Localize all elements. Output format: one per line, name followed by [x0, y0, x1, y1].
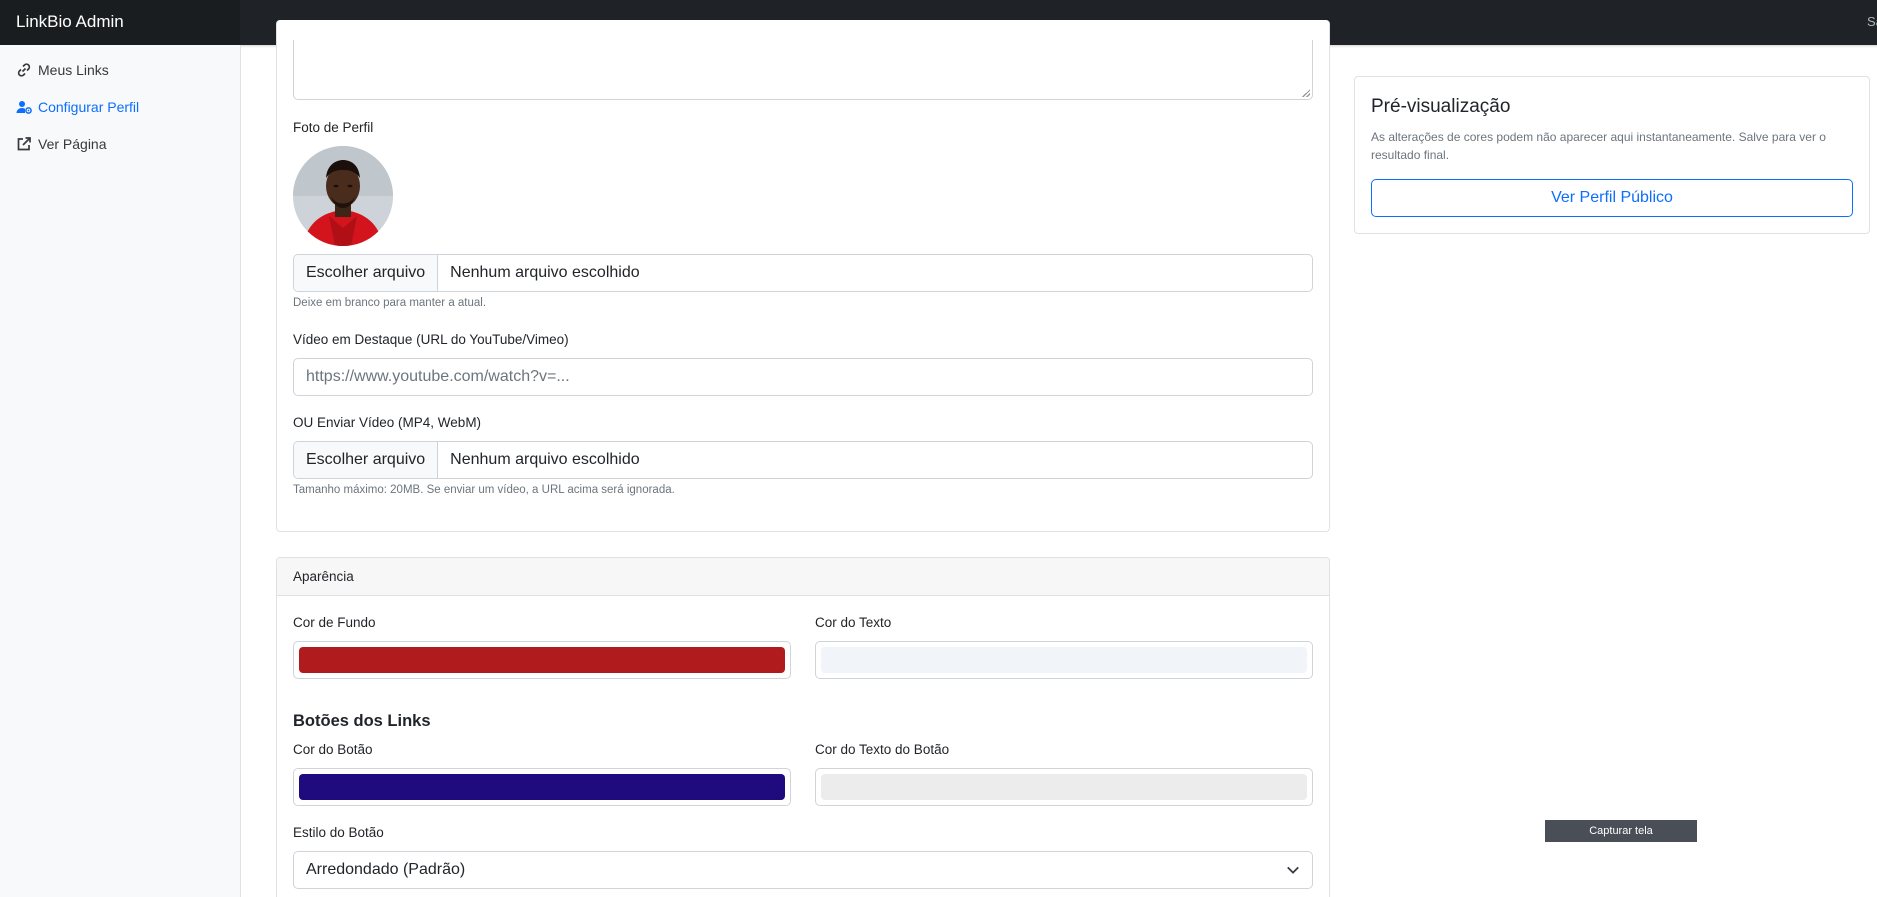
resize-grip-icon[interactable]: [1302, 89, 1310, 97]
video-hint: Tamanho máximo: 20MB. Se enviar um vídeo…: [293, 484, 675, 496]
text-color-swatch: [821, 647, 1307, 673]
bio-textarea[interactable]: [293, 40, 1313, 100]
chevron-down-icon: [1287, 866, 1299, 874]
photo-file-input[interactable]: Escolher arquivo Nenhum arquivo escolhid…: [293, 254, 1313, 292]
button-text-color-swatch: [821, 774, 1307, 800]
button-style-value: Arredondado (Padrão): [306, 861, 466, 878]
text-color-picker[interactable]: [815, 641, 1313, 679]
photo-label: Foto de Perfil: [293, 120, 374, 135]
sidebar: Meus Links Configurar Perfil Ver Página: [0, 45, 241, 897]
bg-color-label: Cor de Fundo: [293, 615, 376, 630]
view-public-profile-button[interactable]: Ver Perfil Público: [1371, 179, 1853, 217]
sidebar-item-configurar-perfil[interactable]: Configurar Perfil: [16, 99, 139, 115]
choose-photo-button[interactable]: Escolher arquivo: [294, 255, 439, 291]
sidebar-item-label: Configurar Perfil: [38, 99, 140, 115]
profile-avatar: [293, 146, 393, 246]
photo-file-name: Nenhum arquivo escolhido: [450, 264, 640, 281]
button-text-color-label: Cor do Texto do Botão: [815, 742, 950, 757]
video-url-label: Vídeo em Destaque (URL do YouTube/Vimeo): [293, 332, 569, 347]
appearance-card-header: Aparência: [277, 558, 1329, 596]
sidebar-item-meus-links[interactable]: Meus Links: [16, 62, 109, 78]
choose-video-button[interactable]: Escolher arquivo: [294, 442, 439, 478]
video-file-name: Nenhum arquivo escolhido: [450, 451, 640, 468]
preview-title: Pré-visualização: [1371, 96, 1511, 117]
appearance-card: Aparência: [276, 557, 1330, 897]
app-brand[interactable]: LinkBio Admin: [16, 12, 124, 32]
button-color-picker[interactable]: [293, 768, 791, 806]
profile-photo: [293, 146, 393, 246]
button-color-swatch: [299, 774, 785, 800]
link-icon: [17, 63, 31, 77]
button-color-label: Cor do Botão: [293, 742, 373, 757]
preview-card: Pré-visualização As alterações de cores …: [1354, 76, 1870, 234]
text-color-label: Cor do Texto: [815, 615, 892, 630]
external-link-icon: [17, 137, 31, 151]
bg-color-picker[interactable]: [293, 641, 791, 679]
photo-hint: Deixe em branco para manter a atual.: [293, 297, 487, 309]
sidebar-item-label: Meus Links: [38, 62, 109, 78]
preview-description: As alterações de cores podem não aparece…: [1371, 130, 1826, 162]
video-url-input[interactable]: [293, 358, 1313, 396]
sidebar-item-label: Ver Página: [38, 136, 107, 152]
button-style-label: Estilo do Botão: [293, 825, 384, 840]
brand-area: LinkBio Admin: [0, 0, 240, 45]
button-style-select[interactable]: Arredondado (Padrão): [293, 851, 1313, 889]
logout-link[interactable]: Sair: [1867, 14, 1877, 29]
buttons-section-title: Botões dos Links: [293, 712, 431, 730]
user-gear-icon: [16, 101, 32, 114]
appearance-header-title: Aparência: [293, 569, 354, 584]
capture-screen-button[interactable]: Capturar tela: [1545, 820, 1697, 842]
video-file-input[interactable]: Escolher arquivo Nenhum arquivo escolhid…: [293, 441, 1313, 479]
video-upload-label: OU Enviar Vídeo (MP4, WebM): [293, 415, 482, 430]
button-text-color-picker[interactable]: [815, 768, 1313, 806]
sidebar-item-ver-pagina[interactable]: Ver Página: [16, 136, 107, 152]
bg-color-swatch: [299, 647, 785, 673]
